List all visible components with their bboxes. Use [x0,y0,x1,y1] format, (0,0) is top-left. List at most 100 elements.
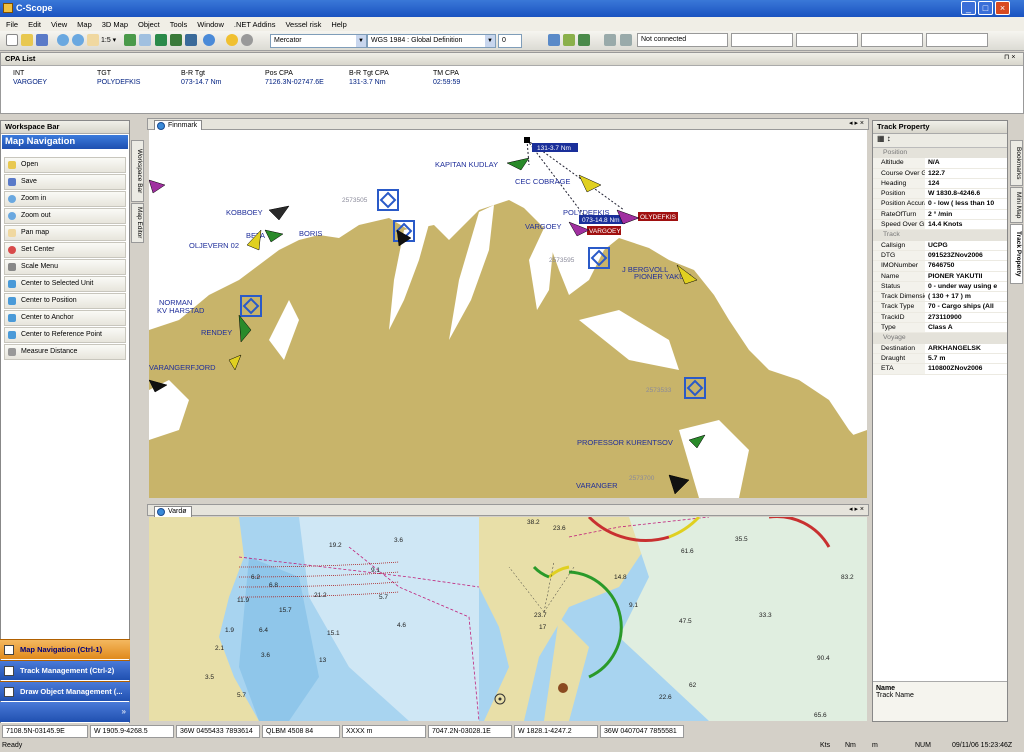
property-row[interactable]: Position Accura 0 - low ( less than 10 [873,199,1007,210]
spin-input[interactable]: 0 [498,34,522,48]
vessel-label[interactable]: CEC COBRAGE [515,177,570,186]
menu-file[interactable]: File [6,20,18,29]
categorized-icon[interactable]: ▦ [877,134,885,143]
menu-3d-map[interactable]: 3D Map [102,20,128,29]
property-row[interactable]: Name PIONER YAKUTII [873,271,1007,282]
col-header[interactable]: Pos CPA [261,69,345,78]
zoom-out-icon[interactable] [72,34,84,46]
measure-distance-button[interactable]: Measure Distance [4,344,126,360]
zoom-out-button[interactable]: Zoom out [4,208,126,224]
property-row[interactable]: IMONumber 7646750 [873,261,1007,272]
vessel-label[interactable]: BORIS [299,229,322,238]
property-row[interactable]: Status 0 - under way using e [873,281,1007,293]
open-button[interactable]: Open [4,157,126,173]
nautical-chart-canvas[interactable]: 19.2 3.6 6.2 11.9 6.8 15.7 21.2 5.7 9.1 … [149,517,867,721]
tab-controls[interactable]: ◂ ▸ × [849,505,864,513]
map-canvas[interactable]: KAPITAN KUDLAY CEC COBRAGE POLYDEFKIS VA… [149,130,867,498]
nav-track-management[interactable]: Track Management (Ctrl-2) [0,660,130,680]
table-row[interactable]: VARGOEY POLYDEFKIS 073-14.7 Nm 7126.3N-0… [9,78,513,87]
vtab-mini-map[interactable]: Mini Map [1010,187,1023,223]
vessel-label[interactable]: VARGOEY [525,222,562,231]
category-position[interactable]: Position [873,148,1007,159]
settings-icon[interactable] [241,34,253,46]
menu-object[interactable]: Object [138,20,160,29]
track-icon[interactable] [563,34,575,46]
col-header[interactable]: TM CPA [429,69,513,78]
property-row[interactable]: Callsign UCPG [873,240,1007,251]
vessel-label[interactable]: VARANGERFJORD [149,363,216,372]
vessel-label[interactable]: VARANGER [576,481,618,490]
open-folder-icon[interactable] [21,34,33,46]
property-row[interactable]: Destination ARKHANGELSK [873,343,1007,354]
map-vardo[interactable]: 19.2 3.6 6.2 11.9 6.8 15.7 21.2 5.7 9.1 … [149,517,867,721]
globe-icon[interactable] [203,34,215,46]
pan-hand-icon[interactable] [87,34,99,46]
vessel-label[interactable]: PROFESSOR KURENTSOV [577,438,673,447]
close-button[interactable]: × [995,1,1010,15]
property-row[interactable]: TrackID 273110900 [873,312,1007,324]
tab-vardo[interactable]: Vardø [154,506,192,517]
datum-select[interactable]: WGS 1984 : Global Definition ▼ [367,34,496,48]
radar-icon[interactable] [578,34,590,46]
vtab-track-property[interactable]: Track Property [1010,224,1023,284]
minimize-button[interactable]: _ [961,1,976,15]
menu-map[interactable]: Map [77,20,92,29]
connect-icon[interactable] [604,34,616,46]
save-button[interactable]: Save [4,174,126,190]
tab-controls[interactable]: ◂ ▸ × [849,119,864,127]
menu-edit[interactable]: Edit [28,20,41,29]
property-row[interactable]: Draught 5.7 m [873,353,1007,365]
grid-icon[interactable] [548,34,560,46]
export-icon[interactable] [185,34,197,46]
vessel-label[interactable]: KAPITAN KUDLAY [435,160,498,169]
vtab-map-editor[interactable]: Map Editor [131,203,144,243]
vtab-workspace-bar[interactable]: Workspace Bar [131,140,144,202]
menu-window[interactable]: Window [197,20,224,29]
center-position-button[interactable]: Center to Position [4,293,126,309]
col-header[interactable]: B-R Tgt [177,69,261,78]
arrow-icon[interactable] [124,34,136,46]
property-row[interactable]: ETA 110800ZNov2006 [873,364,1007,375]
category-track[interactable]: Track [873,230,1007,241]
col-header[interactable]: TGT [93,69,177,78]
center-selected-unit-button[interactable]: Center to Selected Unit [4,276,126,292]
nav-map-navigation[interactable]: Map Navigation (Ctrl-1) [0,639,130,659]
vessel-label[interactable]: RENDEY [201,328,232,337]
vessel-label[interactable]: OLJEVERN 02 [189,241,239,250]
center-anchor-button[interactable]: Center to Anchor [4,310,126,326]
property-row[interactable]: Position W 1830.8-4246.6 [873,189,1007,200]
property-row[interactable]: Course Over Gr 122.7 [873,168,1007,179]
nav-overflow[interactable]: » [0,702,130,722]
vtab-bookmarks[interactable]: Bookmarks [1010,140,1023,186]
scale-menu-button[interactable]: Scale Menu [4,259,126,275]
property-row[interactable]: DTG 091523ZNov2006 [873,250,1007,262]
menu-help[interactable]: Help [331,20,346,29]
vessel-label[interactable]: KOBBOEY [226,208,263,217]
scale-dropdown[interactable]: 1:5 ▾ [101,36,116,44]
menu-net-addins[interactable]: .NET Addins [234,20,276,29]
property-row[interactable]: Track Type 70 - Cargo ships (All [873,302,1007,313]
zoom-in-button[interactable]: Zoom in [4,191,126,207]
property-row[interactable]: RateOfTurn 2 ° /min [873,209,1007,221]
vessel-label[interactable]: KV HARSTAD [157,306,205,315]
vessel-label[interactable]: NORMAN [159,298,192,307]
nav-draw-object[interactable]: Draw Object Management (... [0,681,130,701]
layer-icon[interactable] [139,34,151,46]
import-icon[interactable] [170,34,182,46]
property-row[interactable]: Heading 124 [873,178,1007,190]
menu-vessel-risk[interactable]: Vessel risk [285,20,321,29]
col-header[interactable]: B-R Tgt CPA [345,69,429,78]
property-row[interactable]: Track Dimensio( 130 + 17 ) m [873,292,1007,303]
pan-map-button[interactable]: Pan map [4,225,126,241]
menu-tools[interactable]: Tools [170,20,188,29]
property-row[interactable]: Type Class A [873,323,1007,334]
sun-icon[interactable] [226,34,238,46]
chart-icon[interactable] [155,34,167,46]
disconnect-icon[interactable] [620,34,632,46]
property-row[interactable]: Altitude N/A [873,158,1007,169]
zoom-in-icon[interactable] [57,34,69,46]
center-reference-point-button[interactable]: Center to Reference Point [4,327,126,343]
new-icon[interactable] [6,34,18,46]
property-row[interactable]: Speed Over Gro14.4 Knots [873,220,1007,231]
save-icon[interactable] [36,34,48,46]
